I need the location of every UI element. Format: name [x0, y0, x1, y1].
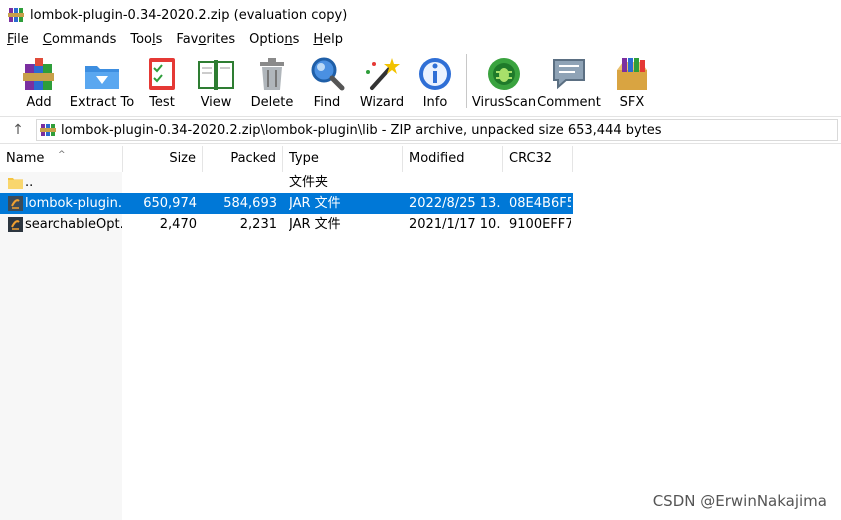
jar-file-icon: [8, 217, 23, 232]
comment-bubble-icon: [553, 59, 585, 90]
column-crc32[interactable]: CRC32: [503, 146, 573, 172]
test-checklist-icon: [149, 58, 175, 90]
add-archive-icon: [23, 58, 54, 90]
column-size[interactable]: Size: [123, 146, 203, 172]
menu-tools[interactable]: Tools: [123, 30, 169, 50]
column-packed[interactable]: Packed: [203, 146, 283, 172]
menu-favorites[interactable]: Favorites: [169, 30, 242, 50]
watermark-text: CSDN @ErwinNakajima: [652, 492, 827, 510]
trash-can-icon: [260, 58, 284, 90]
magnifier-icon: [311, 57, 345, 91]
column-name[interactable]: Name ^: [0, 146, 123, 172]
sort-ascending-icon: ^: [58, 150, 66, 160]
list-item[interactable]: searchableOpt... 2,470 2,231 JAR 文件 2021…: [0, 214, 573, 235]
info-button[interactable]: Info: [410, 50, 460, 112]
magic-wand-icon: [366, 58, 400, 90]
file-list[interactable]: Name ^ Size Packed Type Modified CRC32 .…: [0, 146, 841, 520]
wizard-button[interactable]: Wizard: [354, 50, 410, 112]
menu-file[interactable]: File: [0, 30, 36, 50]
menu-bar: File Commands Tools Favorites Options He…: [0, 30, 841, 50]
column-header: Name ^ Size Packed Type Modified CRC32: [0, 146, 841, 172]
archive-icon: [40, 124, 56, 136]
find-button[interactable]: Find: [300, 50, 354, 112]
book-view-icon: [198, 60, 234, 90]
toolbar-separator: [466, 54, 467, 108]
virus-scan-icon: [488, 58, 520, 90]
folder-icon: [8, 178, 23, 189]
info-icon: [419, 58, 451, 90]
view-button[interactable]: View: [188, 50, 244, 112]
jar-file-icon: [8, 196, 23, 211]
menu-help[interactable]: Help: [306, 30, 350, 50]
menu-options[interactable]: Options: [242, 30, 306, 50]
virusscan-button[interactable]: VirusScan: [472, 50, 536, 112]
menu-commands[interactable]: Commands: [36, 30, 124, 50]
winrar-icon: [8, 8, 24, 22]
list-item[interactable]: .. 文件夹: [0, 172, 573, 193]
delete-button[interactable]: Delete: [244, 50, 300, 112]
list-item-selected[interactable]: lombok-plugin... 650,974 584,693 JAR 文件 …: [0, 193, 573, 214]
window-title: lombok-plugin-0.34-2020.2.zip (evaluatio…: [30, 7, 348, 23]
arrow-up-icon: ↑: [12, 122, 24, 138]
comment-button[interactable]: Comment: [535, 50, 603, 112]
address-bar: ↑ lombok-plugin-0.34-2020.2.zip\lombok-p…: [0, 116, 841, 144]
sfx-button[interactable]: SFX: [603, 50, 661, 112]
column-modified[interactable]: Modified: [403, 146, 503, 172]
test-button[interactable]: Test: [136, 50, 188, 112]
title-bar: lombok-plugin-0.34-2020.2.zip (evaluatio…: [0, 0, 841, 30]
sfx-box-icon: [617, 58, 647, 90]
add-button[interactable]: Add: [10, 50, 68, 112]
column-type[interactable]: Type: [283, 146, 403, 172]
up-folder-button[interactable]: ↑: [0, 117, 36, 143]
archive-path: lombok-plugin-0.34-2020.2.zip\lombok-plu…: [61, 122, 662, 138]
toolbar: Add Extract To Test View Delete Find Wiz…: [0, 50, 841, 114]
folder-extract-icon: [85, 66, 119, 89]
extract-to-button[interactable]: Extract To: [68, 50, 136, 112]
path-field[interactable]: lombok-plugin-0.34-2020.2.zip\lombok-plu…: [36, 119, 838, 141]
